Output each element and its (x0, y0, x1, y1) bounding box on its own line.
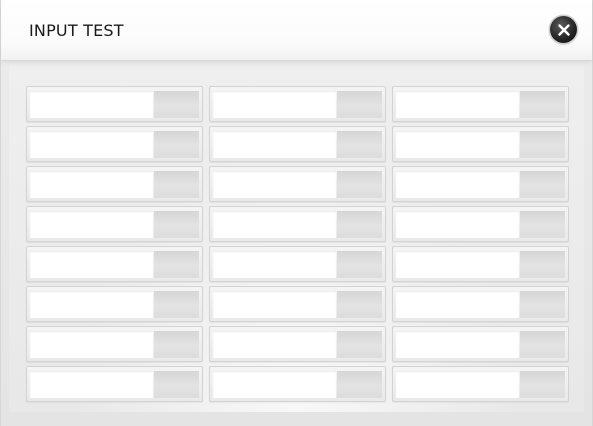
input-field-1 (26, 86, 203, 122)
input-side-button[interactable] (154, 371, 199, 398)
input-field-5 (209, 126, 386, 162)
input-side-button[interactable] (154, 131, 199, 158)
input-field-22 (26, 366, 203, 402)
close-button[interactable] (550, 16, 577, 43)
input-field-2 (209, 86, 386, 122)
text-input[interactable] (213, 291, 336, 318)
text-input[interactable] (396, 331, 519, 358)
input-side-button[interactable] (154, 211, 199, 238)
input-side-button[interactable] (337, 91, 382, 118)
input-field-24 (392, 366, 569, 402)
text-input[interactable] (30, 211, 153, 238)
input-field-18 (392, 286, 569, 322)
text-input[interactable] (213, 371, 336, 398)
input-field-21 (392, 326, 569, 362)
input-side-button[interactable] (520, 211, 565, 238)
text-input[interactable] (213, 91, 336, 118)
input-side-button[interactable] (520, 251, 565, 278)
text-input[interactable] (30, 251, 153, 278)
input-field-15 (392, 246, 569, 282)
input-field-20 (209, 326, 386, 362)
text-input[interactable] (30, 331, 153, 358)
text-input[interactable] (396, 371, 519, 398)
input-field-14 (209, 246, 386, 282)
input-side-button[interactable] (337, 131, 382, 158)
input-side-button[interactable] (520, 331, 565, 358)
input-field-6 (392, 126, 569, 162)
input-side-button[interactable] (337, 171, 382, 198)
text-input[interactable] (30, 291, 153, 318)
input-field-13 (26, 246, 203, 282)
text-input[interactable] (396, 211, 519, 238)
input-field-3 (392, 86, 569, 122)
input-field-19 (26, 326, 203, 362)
text-input[interactable] (213, 331, 336, 358)
text-input[interactable] (213, 251, 336, 278)
input-side-button[interactable] (520, 291, 565, 318)
input-field-12 (392, 206, 569, 242)
input-side-button[interactable] (520, 371, 565, 398)
close-icon (557, 23, 570, 36)
input-side-button[interactable] (154, 171, 199, 198)
input-field-17 (209, 286, 386, 322)
input-side-button[interactable] (154, 331, 199, 358)
text-input[interactable] (213, 211, 336, 238)
text-input[interactable] (396, 91, 519, 118)
input-field-23 (209, 366, 386, 402)
input-side-button[interactable] (337, 291, 382, 318)
input-grid (26, 86, 569, 402)
input-field-9 (392, 166, 569, 202)
dialog-header: INPUT TEST (1, 0, 592, 61)
text-input[interactable] (396, 171, 519, 198)
input-side-button[interactable] (337, 331, 382, 358)
input-side-button[interactable] (337, 211, 382, 238)
input-field-10 (26, 206, 203, 242)
input-side-button[interactable] (337, 371, 382, 398)
input-test-dialog: INPUT TEST (0, 0, 593, 426)
input-side-button[interactable] (520, 171, 565, 198)
input-side-button[interactable] (154, 251, 199, 278)
input-field-16 (26, 286, 203, 322)
text-input[interactable] (30, 171, 153, 198)
text-input[interactable] (213, 171, 336, 198)
input-side-button[interactable] (154, 291, 199, 318)
text-input[interactable] (396, 251, 519, 278)
text-input[interactable] (213, 131, 336, 158)
text-input[interactable] (396, 291, 519, 318)
text-input[interactable] (30, 131, 153, 158)
input-side-button[interactable] (520, 91, 565, 118)
input-side-button[interactable] (154, 91, 199, 118)
input-side-button[interactable] (337, 251, 382, 278)
text-input[interactable] (30, 91, 153, 118)
input-field-7 (26, 166, 203, 202)
text-input[interactable] (30, 371, 153, 398)
input-side-button[interactable] (520, 131, 565, 158)
input-field-4 (26, 126, 203, 162)
input-field-11 (209, 206, 386, 242)
text-input[interactable] (396, 131, 519, 158)
input-field-8 (209, 166, 386, 202)
dialog-title: INPUT TEST (29, 21, 124, 40)
